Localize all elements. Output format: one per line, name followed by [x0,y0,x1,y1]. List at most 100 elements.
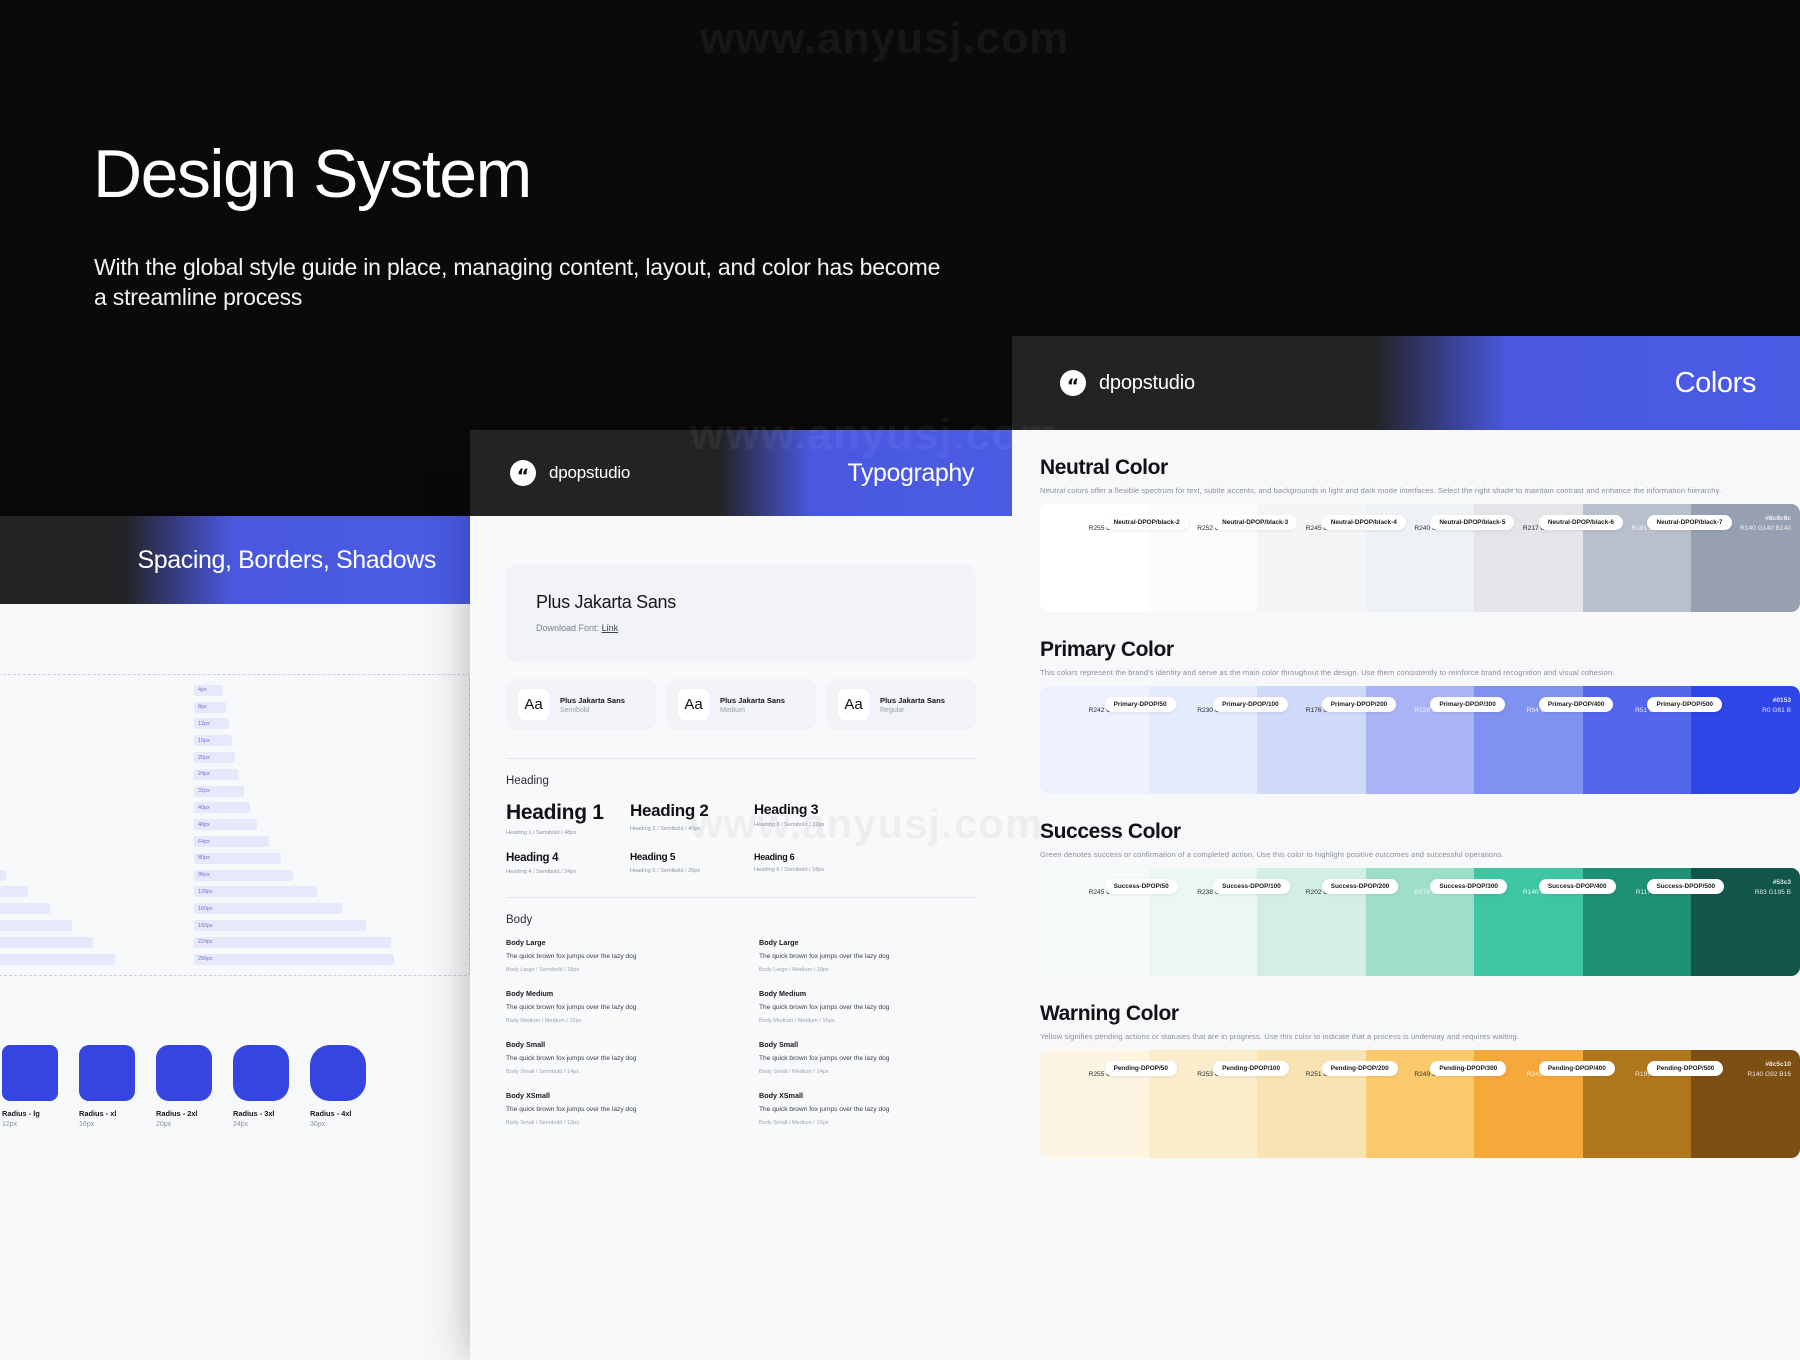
body-sample-text: The quick brown fox jumps over the lazy … [759,952,976,962]
spacing-bar-row: 192px [194,917,459,934]
radius-value: 16px [79,1121,135,1128]
radius-name: Radius - xl [79,1109,135,1118]
heading-specimen-grid: Heading 1Heading 1 / Semibold / 48pxHead… [506,801,976,891]
spacing-bar-label: 4px [198,687,207,693]
color-swatch[interactable]: Primary-DPOP/500#0153R0 G61 B [1691,686,1800,794]
font-weight-card[interactable]: AaPlus Jakarta SansRegular [826,679,976,730]
color-section: Primary Color This colors represent the b… [1012,638,1800,794]
body-meta: Body Medium / Medium / 16px [759,1018,976,1024]
spacing-bar: 128px [194,886,317,897]
spacing-panel: “ dpopstudio Spacing, Borders, Shadows S… [0,516,470,1360]
spacing-bar: 224px [0,937,93,948]
spacing-bar-row: 192px [0,917,180,934]
color-swatch[interactable]: Neutral-DPOP/black-7#8c8c8cR140 G140 B14… [1691,504,1800,612]
color-hex: #8c5c10 [1747,1060,1791,1070]
color-swatch-label: Pending-DPOP/500 [1647,1061,1723,1076]
divider [506,758,976,759]
radius-name: Radius - 3xl [233,1109,289,1118]
body-sample-text: The quick brown fox jumps over the lazy … [506,952,723,962]
spacing-bar-row: 40px [194,800,459,817]
radius-item[interactable]: Radius - 3xl24px [233,1045,289,1128]
spacing-bar-row: 160px [194,900,459,917]
color-swatch-label: Neutral-DPOP/black-6 [1539,515,1623,530]
spacing-bar-row: 16px [0,732,180,749]
body-sample-text: The quick brown fox jumps over the lazy … [506,1003,723,1013]
spacing-bar-label: 32px [198,788,210,794]
spacing-bar-row: 48px [0,816,180,833]
spacing-bar: 224px [194,937,391,948]
color-section-description: Yellow signifies pending actions or stat… [1040,1032,1800,1041]
spacing-bar-row: 20px [194,749,459,766]
spacing-bar-label: 80px [198,855,210,861]
color-swatch-label: Pending-DPOP/50 [1105,1061,1177,1076]
radius-item[interactable]: Radius - xl 16px [79,1045,135,1128]
color-swatch-label: Primary-DPOP/300 [1430,697,1504,712]
color-section-description: This colors represent the brand's identi… [1040,668,1800,677]
spacing-bar-label: 96px [198,872,210,878]
font-weight-style: Semibold [560,707,625,714]
spacing-table: 4px8px12px16px20px24px32px40px48px64px80… [0,674,470,976]
spacing-bar: 12px [194,718,229,729]
spacing-bar-label: 224px [198,939,213,945]
border-heading: Border [0,1006,470,1029]
spacing-bar-label: 256px [198,956,213,962]
spacing-panel-header: “ dpopstudio Spacing, Borders, Shadows [0,516,470,604]
spacing-bar: 16px [194,735,232,746]
spacing-bar: 8px [194,702,226,713]
spacing-bar-row: 4px [0,682,180,699]
spacing-bar-label: 192px [198,923,213,929]
color-swatch-row: Pending-DPOP/25#fffaf0R255 G250 B240Pend… [1040,1050,1800,1158]
color-section-title: Neutral Color [1040,456,1800,480]
font-weight-style: Medium [720,707,785,714]
heading-specimen: Heading 5Heading 5 / Semibold / 20px [630,852,740,875]
color-swatch-row: Primary-DPOP/25#f2f4fdR242 G244 B253Prim… [1040,686,1800,794]
heading-specimen: Heading 4Heading 4 / Semibold / 24px [506,852,616,875]
color-section-description: Green denotes success or confirmation of… [1040,850,1800,859]
color-rgb: R83 G195 B [1755,888,1791,898]
spacing-bar: 48px [194,819,257,830]
radius-item[interactable]: Radius - 4xl30px [310,1045,366,1128]
font-weight-name: Plus Jakarta Sans [560,695,625,706]
spacing-bar-row: 24px [194,766,459,783]
radius-item[interactable]: Radius - 2xl20px [156,1045,212,1128]
spacing-bar-label: 20px [198,755,210,761]
spacing-bar-row: 80px [194,850,459,867]
radius-swatch [79,1045,135,1101]
radius-value: 12px [2,1121,58,1128]
typography-panel: “ dpopstudio Typography Plus Jakarta San… [470,430,1012,1360]
color-swatch[interactable]: Pending-DPOP/500#8c5c10R140 G92 B16 [1691,1050,1800,1158]
color-rgb: R140 G92 B16 [1747,1070,1791,1080]
spacing-bar-label: 48px [198,822,210,828]
heading-name: Heading 1 [506,801,616,825]
body-meta: Body Large / Semibold / 18px [506,967,723,973]
brand-name: dpopstudio [1099,372,1195,395]
brand-name: dpopstudio [549,463,630,483]
color-section-title: Primary Color [1040,638,1800,662]
font-weight-card[interactable]: AaPlus Jakarta SansMedium [666,679,816,730]
spacing-bar: 96px [194,870,293,881]
color-section-title: Success Color [1040,820,1800,844]
radius-value: 20px [156,1121,212,1128]
heading-meta: Heading 4 / Semibold / 24px [506,869,616,875]
spacing-bar: 32px [194,786,244,797]
radius-swatch [2,1045,58,1101]
spacing-bar-row: 32px [194,783,459,800]
font-weight-info: Plus Jakarta SansMedium [720,695,785,713]
color-swatch[interactable]: Success-DPOP/500#53c3R83 G195 B [1691,868,1800,976]
body-specimen: Body SmallThe quick brown fox jumps over… [506,1040,723,1075]
color-swatch-values: #8c8c8cR140 G140 B140 [1740,514,1791,533]
spacing-bar-column-a: 4px8px12px16px20px24px32px40px48px64px80… [0,682,180,968]
spacing-bar: 96px [0,870,6,881]
colors-panel: “ dpopstudio Colors Neutral ColorNeutral… [1012,336,1800,1360]
font-weight-card[interactable]: AaPlus Jakarta SansSemibold [506,679,656,730]
color-section: Neutral ColorNeutral colors offer a flex… [1012,456,1800,612]
radius-item[interactable]: Radius - lg12px [2,1045,58,1128]
body-specimen: Body SmallThe quick brown fox jumps over… [759,1040,976,1075]
heading-name: Heading 3 [754,801,864,817]
font-download-link[interactable]: Link [602,623,619,633]
spacing-bar-row: 224px [194,934,459,951]
color-rgb: R140 G140 B140 [1740,524,1791,534]
presentation-canvas: Design System With the global style guid… [0,0,1800,1360]
body-specimen: Body LargeThe quick brown fox jumps over… [506,938,723,973]
spacing-bar: 4px [194,685,223,696]
